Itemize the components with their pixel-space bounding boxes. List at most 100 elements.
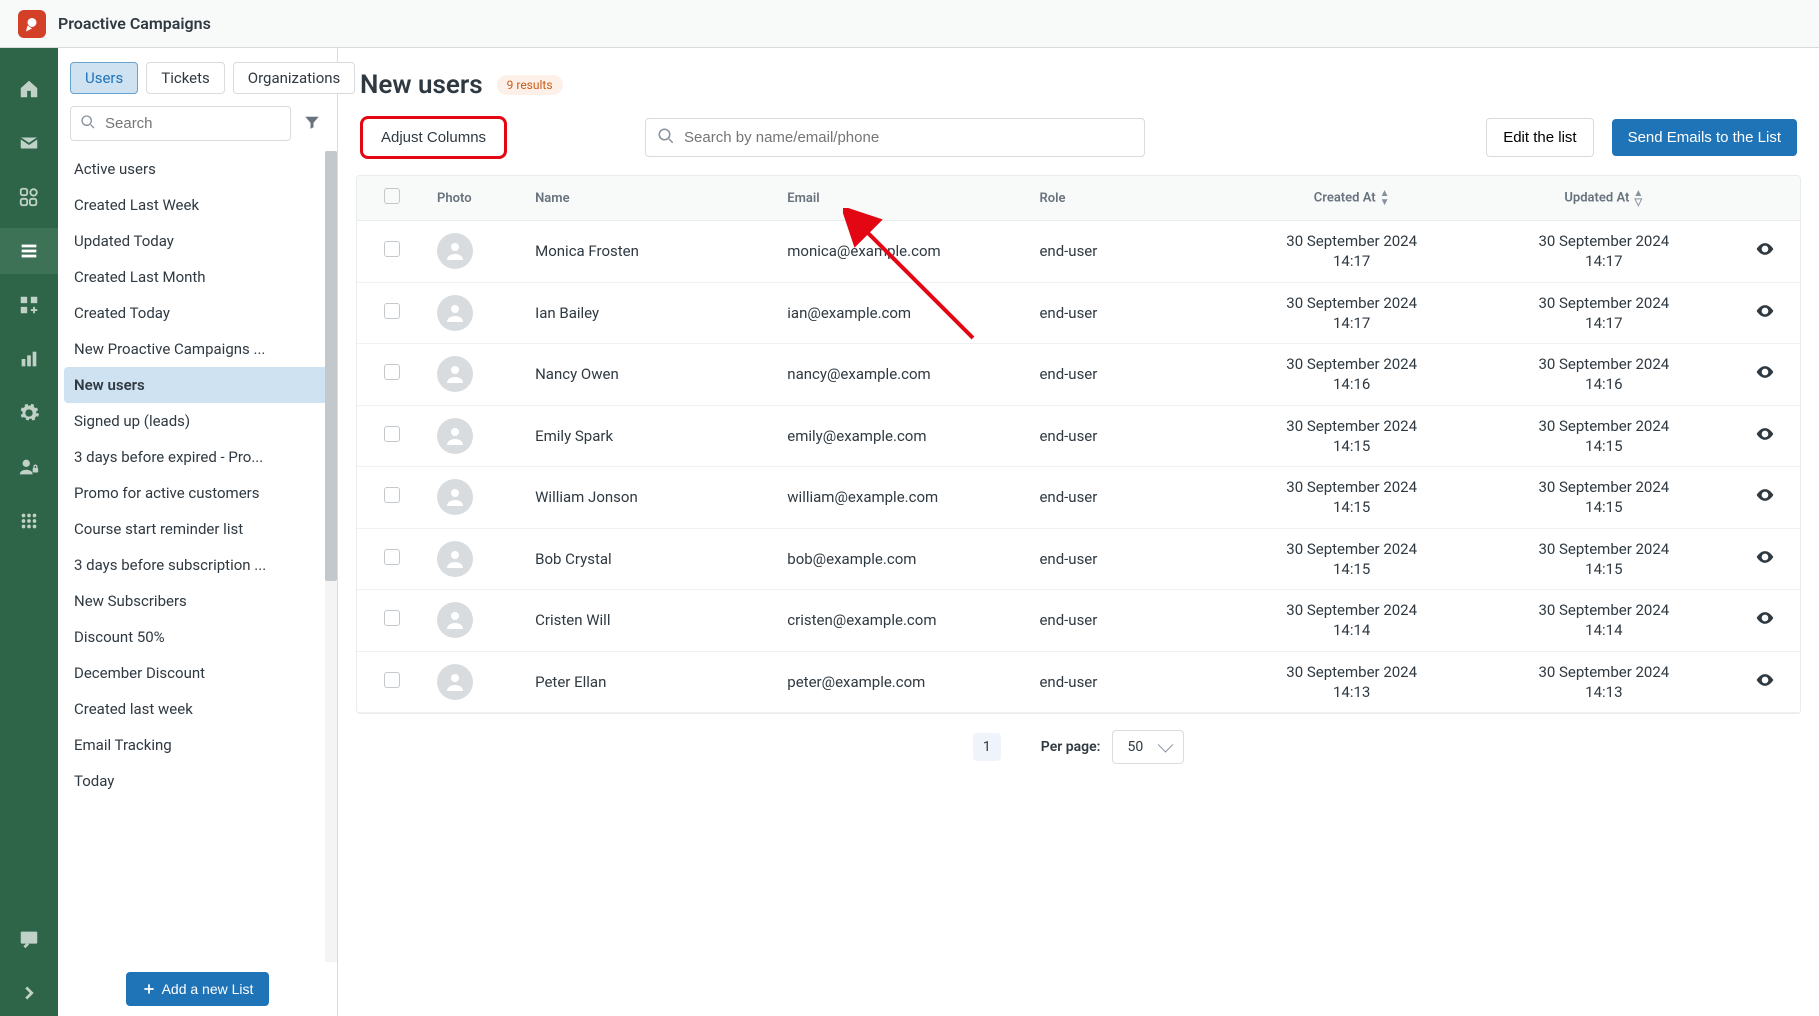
avatar xyxy=(437,233,473,269)
cell-role: end-user xyxy=(1029,344,1225,406)
avatar xyxy=(437,295,473,331)
cell-email: bob@example.com xyxy=(777,528,1029,590)
rail-add-widget-icon[interactable] xyxy=(0,282,58,328)
sidebar-item[interactable]: Created Last Month xyxy=(58,259,335,295)
per-page-select[interactable]: 50 xyxy=(1112,730,1184,764)
rail-settings-icon[interactable] xyxy=(0,390,58,436)
cell-name: Emily Spark xyxy=(525,405,777,467)
cell-name: Peter Ellan xyxy=(525,651,777,713)
send-emails-button[interactable]: Send Emails to the List xyxy=(1612,119,1797,156)
sidebar-item[interactable]: Today xyxy=(58,763,335,799)
sidebar-item[interactable]: Created Today xyxy=(58,295,335,331)
cell-created: 30 September 202414:13 xyxy=(1226,651,1478,713)
edit-list-button[interactable]: Edit the list xyxy=(1486,118,1593,157)
rail-lists-icon[interactable] xyxy=(0,228,58,274)
sidebar-search-input[interactable] xyxy=(70,106,291,141)
sidebar-item[interactable]: Active users xyxy=(58,151,335,187)
sidebar-item[interactable]: Promo for active customers xyxy=(58,475,335,511)
avatar xyxy=(437,479,473,515)
row-checkbox[interactable] xyxy=(384,610,400,626)
adjust-columns-button[interactable]: Adjust Columns xyxy=(360,116,507,159)
view-icon[interactable] xyxy=(1755,245,1775,263)
sidebar-item[interactable]: 3 days before expired - Pro... xyxy=(58,439,335,475)
sidebar-item[interactable]: 3 days before subscription ... xyxy=(58,547,335,583)
view-icon[interactable] xyxy=(1755,491,1775,509)
rail-mail-icon[interactable] xyxy=(0,120,58,166)
select-all-checkbox[interactable] xyxy=(384,188,400,204)
tab-organizations[interactable]: Organizations xyxy=(233,62,356,94)
rail-grid-icon[interactable] xyxy=(0,498,58,544)
main: New users 9 results Adjust Columns Edit … xyxy=(338,48,1819,1016)
sidebar-list[interactable]: Active usersCreated Last WeekUpdated Tod… xyxy=(58,151,337,962)
cell-email: cristen@example.com xyxy=(777,590,1029,652)
rail-apps-icon[interactable] xyxy=(0,174,58,220)
view-icon[interactable] xyxy=(1755,307,1775,325)
sidebar-item[interactable]: Created Last Week xyxy=(58,187,335,223)
row-checkbox[interactable] xyxy=(384,426,400,442)
rail-chat-icon[interactable] xyxy=(0,916,58,962)
sidebar-item[interactable]: Email Tracking xyxy=(58,727,335,763)
col-created[interactable]: Created At▲▼ xyxy=(1226,176,1478,221)
cell-name: Nancy Owen xyxy=(525,344,777,406)
cell-updated: 30 September 202414:14 xyxy=(1478,590,1730,652)
sidebar-item[interactable]: Updated Today xyxy=(58,223,335,259)
add-list-button[interactable]: Add a new List xyxy=(126,972,270,1006)
page-number[interactable]: 1 xyxy=(973,733,1001,761)
rail-collapse-icon[interactable] xyxy=(0,970,58,1016)
avatar xyxy=(437,602,473,638)
cell-role: end-user xyxy=(1029,651,1225,713)
view-icon[interactable] xyxy=(1755,368,1775,386)
sidebar-item[interactable]: December Discount xyxy=(58,655,335,691)
sidebar-item[interactable]: New Subscribers xyxy=(58,583,335,619)
table-row: Monica Frostenmonica@example.comend-user… xyxy=(357,221,1800,283)
table-row: Cristen Willcristen@example.comend-user3… xyxy=(357,590,1800,652)
sidebar-item[interactable]: Signed up (leads) xyxy=(58,403,335,439)
row-checkbox[interactable] xyxy=(384,487,400,503)
cell-created: 30 September 202414:17 xyxy=(1226,282,1478,344)
view-icon[interactable] xyxy=(1755,553,1775,571)
sidebar-item[interactable]: Discount 50% xyxy=(58,619,335,655)
table-row: Ian Baileyian@example.comend-user30 Sept… xyxy=(357,282,1800,344)
cell-updated: 30 September 202414:17 xyxy=(1478,221,1730,283)
sidebar-item[interactable]: Created last week xyxy=(58,691,335,727)
row-checkbox[interactable] xyxy=(384,549,400,565)
cell-updated: 30 September 202414:15 xyxy=(1478,467,1730,529)
row-checkbox[interactable] xyxy=(384,672,400,688)
cell-created: 30 September 202414:15 xyxy=(1226,467,1478,529)
row-checkbox[interactable] xyxy=(384,241,400,257)
add-list-label: Add a new List xyxy=(162,981,254,997)
sidebar-item[interactable]: Course start reminder list xyxy=(58,511,335,547)
rail-analytics-icon[interactable] xyxy=(0,336,58,382)
table-row: Bob Crystalbob@example.comend-user30 Sep… xyxy=(357,528,1800,590)
cell-name: Cristen Will xyxy=(525,590,777,652)
col-role[interactable]: Role xyxy=(1029,176,1225,221)
cell-updated: 30 September 202414:16 xyxy=(1478,344,1730,406)
search-icon xyxy=(657,127,675,149)
filter-icon[interactable] xyxy=(299,109,325,139)
col-name[interactable]: Name xyxy=(525,176,777,221)
rail-user-lock-icon[interactable] xyxy=(0,444,58,490)
table-search-input[interactable] xyxy=(645,118,1145,157)
sidebar-item[interactable]: New users xyxy=(64,367,329,403)
sidebar-scrollbar[interactable] xyxy=(325,151,337,962)
view-icon[interactable] xyxy=(1755,676,1775,694)
col-email[interactable]: Email xyxy=(777,176,1029,221)
tab-tickets[interactable]: Tickets xyxy=(146,62,225,94)
cell-role: end-user xyxy=(1029,405,1225,467)
col-updated[interactable]: Updated At▲▽ xyxy=(1478,176,1730,221)
tab-users[interactable]: Users xyxy=(70,62,138,94)
cell-email: monica@example.com xyxy=(777,221,1029,283)
avatar xyxy=(437,356,473,392)
table-row: William Jonsonwilliam@example.comend-use… xyxy=(357,467,1800,529)
rail-home-icon[interactable] xyxy=(0,66,58,112)
row-checkbox[interactable] xyxy=(384,303,400,319)
cell-created: 30 September 202414:17 xyxy=(1226,221,1478,283)
view-icon[interactable] xyxy=(1755,430,1775,448)
view-icon[interactable] xyxy=(1755,614,1775,632)
sidebar-item[interactable]: New Proactive Campaigns ... xyxy=(58,331,335,367)
users-table: Photo Name Email Role Created At▲▼ Updat… xyxy=(357,176,1800,713)
row-checkbox[interactable] xyxy=(384,364,400,380)
entity-tabs: UsersTicketsOrganizations xyxy=(58,48,337,102)
nav-rail xyxy=(0,48,58,1016)
avatar xyxy=(437,418,473,454)
